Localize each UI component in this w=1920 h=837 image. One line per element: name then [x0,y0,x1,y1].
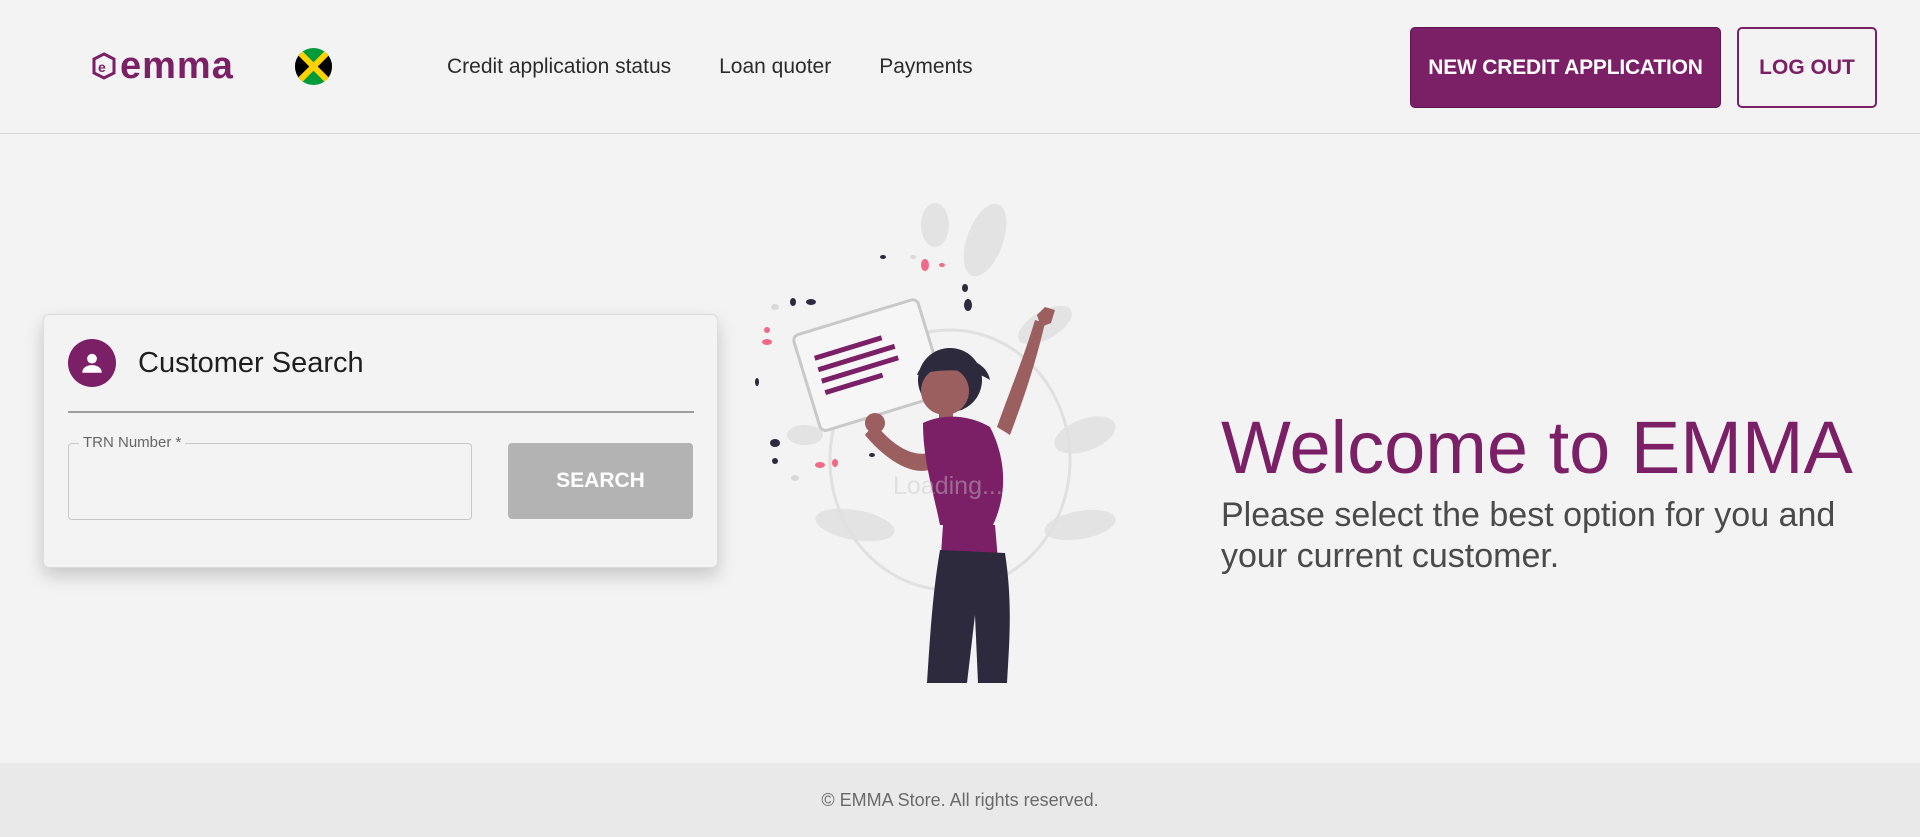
page-footer: © EMMA Store. All rights reserved. [0,763,1920,837]
nav-loan-quoter[interactable]: Loan quoter [719,55,831,79]
welcome-subtitle: Please select the best option for you an… [1221,496,1836,575]
logout-button[interactable]: LOG OUT [1737,27,1877,108]
emma-logo-icon: e emma [92,48,234,84]
card-divider [68,411,694,413]
new-credit-application-button[interactable]: NEW CREDIT APPLICATION [1410,27,1721,108]
trn-number-label: TRN Number * [79,434,186,451]
jamaica-flag-icon [295,48,332,85]
main-nav: Credit application status Loan quoter Pa… [447,55,973,79]
nav-payments[interactable]: Payments [879,55,972,79]
customer-search-title: Customer Search [138,347,364,379]
trn-number-field[interactable]: TRN Number * [68,434,472,520]
loading-overlay-text: Loading... [893,472,1003,500]
person-icon [68,339,116,387]
customer-search-card: Customer Search TRN Number * SEARCH [43,314,718,568]
search-button[interactable]: SEARCH [508,443,693,519]
welcome-title: Welcome to EMMA [1221,406,1853,489]
footer-copyright: © EMMA Store. All rights reserved. [821,789,1099,810]
logo-wordmark: emma [120,48,234,84]
nav-credit-application-status[interactable]: Credit application status [447,55,671,79]
svg-text:e: e [98,59,106,75]
trn-number-input[interactable] [81,464,451,504]
top-header: e emma Credit application status Loan qu… [0,0,1920,134]
emma-logo[interactable]: e emma [92,48,274,84]
welcome-illustration: Loading... [745,195,1145,685]
